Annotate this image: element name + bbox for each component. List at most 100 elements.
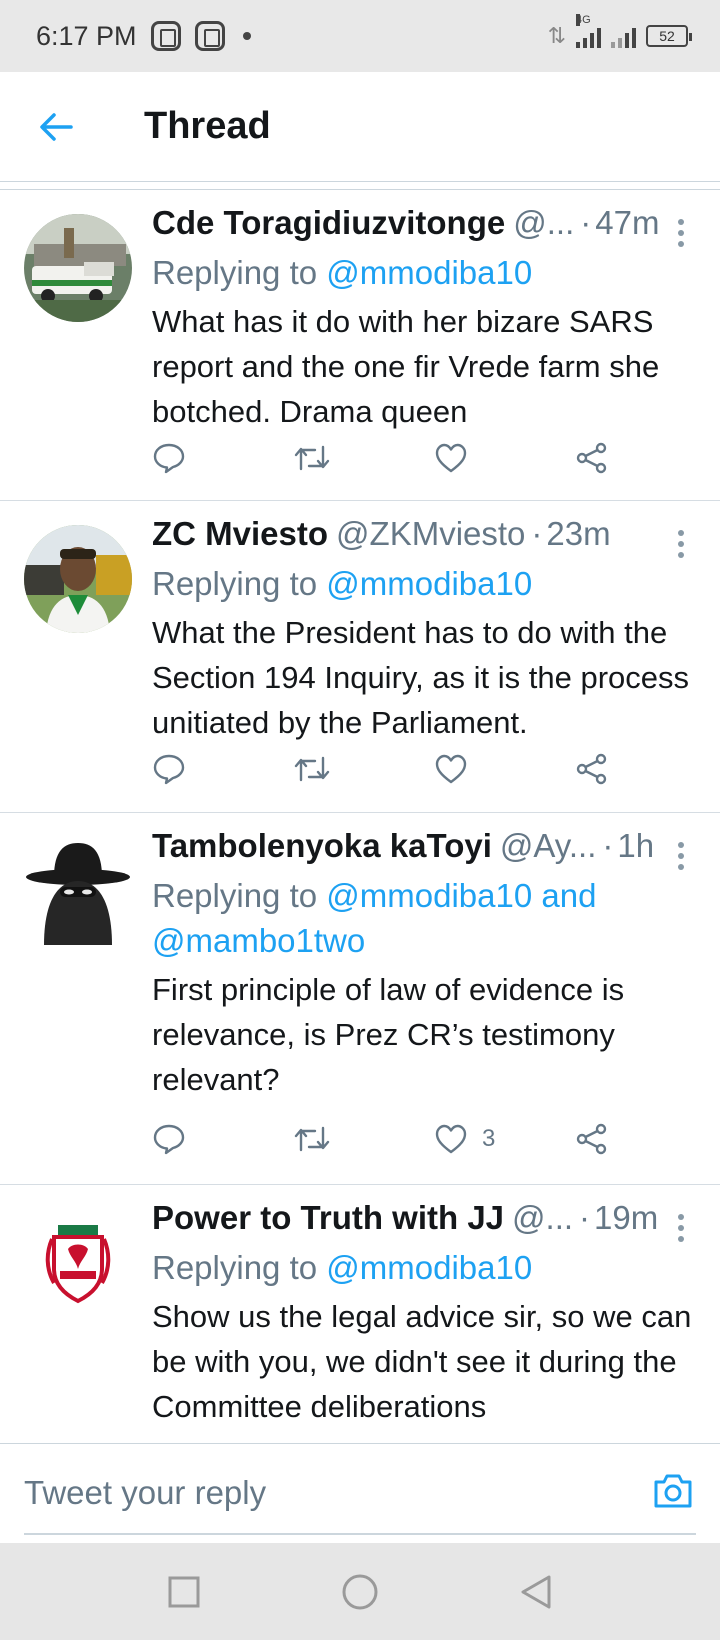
recents-icon[interactable] — [167, 1575, 201, 1609]
display-name[interactable]: ZC Mviesto — [152, 515, 328, 553]
username[interactable]: @Ay... — [500, 827, 596, 865]
display-name[interactable]: Cde Toragidiuzvitonge — [152, 204, 505, 242]
replying-to-label: Replying to — [152, 565, 327, 602]
tweet-content: ZC Mviesto @ZKMviesto · 23m Replying to … — [152, 515, 700, 745]
retweet-button[interactable] — [293, 754, 434, 784]
tweet-actions: 3 — [152, 1117, 622, 1161]
tweet-text: Show us the legal advice sir, so we can … — [152, 1299, 692, 1424]
tweet[interactable]: ZC Mviesto @ZKMviesto · 23m Replying to … — [0, 501, 720, 813]
replying-to: Replying to @mmodiba10 — [152, 1245, 700, 1290]
reply-button[interactable] — [152, 752, 293, 786]
avatar[interactable] — [24, 1209, 132, 1317]
share-button[interactable] — [575, 752, 609, 786]
avatar[interactable] — [24, 214, 132, 322]
arrow-left-icon — [40, 112, 73, 141]
tweet-header: ZC Mviesto @ZKMviesto · 23m — [152, 515, 700, 559]
like-button[interactable] — [434, 753, 575, 785]
mention-link[interactable]: @mmodiba10 — [326, 565, 532, 602]
retweet-icon — [294, 445, 330, 471]
mention-link[interactable]: @mmodiba10 — [326, 1249, 532, 1286]
thread-feed[interactable]: Cde Toragidiuzvitonge @... · 47m Replyin… — [0, 189, 720, 1443]
replying-to-label: Replying to — [152, 1249, 327, 1286]
share-icon — [576, 442, 607, 474]
notification-app-icon — [150, 21, 181, 51]
mention-link[interactable]: @mmodiba10 — [326, 254, 532, 291]
tweet-text: First principle of law of evidence is re… — [152, 972, 625, 1097]
tweet-actions — [152, 747, 622, 791]
display-name[interactable]: Power to Truth with JJ — [152, 1199, 504, 1237]
top-bar: Thread — [0, 72, 720, 182]
tweet-header: Power to Truth with JJ @... · 19m — [152, 1199, 700, 1243]
more-vertical-icon[interactable] — [676, 1213, 686, 1243]
replying-to-label: Replying to — [152, 877, 327, 914]
tweet-text: What the President has to do with the Se… — [152, 615, 690, 740]
display-name[interactable]: Tambolenyoka kaToyi — [152, 827, 492, 865]
tweet-text: What has it do with her bizare SARS repo… — [152, 304, 660, 429]
reply-input[interactable]: Tweet your reply — [24, 1474, 266, 1512]
timestamp[interactable]: 1h — [617, 827, 654, 865]
status-bar: 6:17 PM ⇅ 4G 52 — [0, 0, 720, 72]
avatar[interactable] — [24, 525, 132, 633]
retweet-icon — [294, 756, 330, 782]
notification-app-icon — [194, 21, 225, 51]
status-time: 6:17 PM — [36, 20, 137, 51]
comment-icon — [153, 1124, 185, 1155]
tweet[interactable]: Power to Truth with JJ @... · 19m Replyi… — [0, 1185, 720, 1443]
reply-composer[interactable]: Tweet your reply — [0, 1443, 720, 1543]
replying-to: Replying to @mmodiba10 and @mambo1two — [152, 873, 700, 963]
tweet[interactable]: Cde Toragidiuzvitonge @... · 47m Replyin… — [0, 190, 720, 501]
replying-to-label: Replying to — [152, 254, 327, 291]
signal-icon: 4G — [576, 14, 601, 48]
like-button[interactable] — [434, 442, 575, 474]
separator: · — [579, 1199, 591, 1236]
signal-icon-2 — [611, 24, 636, 48]
more-vertical-icon[interactable] — [676, 218, 686, 248]
username[interactable]: @... — [512, 1199, 573, 1237]
camera-button[interactable] — [652, 1472, 694, 1515]
retweet-icon — [294, 1126, 330, 1152]
network-label: 4G — [576, 14, 591, 26]
timestamp[interactable]: 23m — [546, 515, 610, 553]
tweet-actions — [152, 436, 622, 480]
retweet-button[interactable] — [293, 443, 434, 473]
reply-button[interactable] — [152, 1122, 293, 1156]
battery-icon: 52 — [646, 25, 692, 47]
heart-icon — [435, 754, 467, 784]
notification-dot-icon — [242, 32, 251, 40]
tweet-content: Tambolenyoka kaToyi @Ay... · 1h Replying… — [152, 827, 700, 1102]
username[interactable]: @ZKMviesto — [336, 515, 525, 553]
tweet-header: Cde Toragidiuzvitonge @... · 47m — [152, 204, 700, 248]
system-nav-bar — [0, 1543, 720, 1640]
more-vertical-icon[interactable] — [676, 841, 686, 871]
avatar[interactable] — [24, 837, 132, 945]
reply-button[interactable] — [152, 441, 293, 475]
separator: · — [602, 827, 614, 864]
share-button[interactable] — [575, 1122, 609, 1156]
tweet[interactable]: Tambolenyoka kaToyi @Ay... · 1h Replying… — [0, 813, 720, 1185]
tweet-content: Power to Truth with JJ @... · 19m Replyi… — [152, 1199, 700, 1429]
retweet-button[interactable] — [293, 1124, 434, 1154]
more-vertical-icon[interactable] — [676, 529, 686, 559]
share-icon — [576, 753, 607, 785]
home-icon[interactable] — [341, 1573, 379, 1611]
timestamp[interactable]: 47m — [595, 204, 659, 242]
tweet-header: Tambolenyoka kaToyi @Ay... · 1h — [152, 827, 700, 871]
comment-icon — [153, 754, 185, 785]
timestamp[interactable]: 19m — [594, 1199, 658, 1237]
username[interactable]: @... — [513, 204, 574, 242]
separator: · — [580, 204, 592, 241]
page-title: Thread — [144, 105, 271, 147]
share-icon — [576, 1123, 607, 1155]
separator: · — [531, 515, 543, 552]
like-count: 3 — [482, 1125, 496, 1152]
tweet-content: Cde Toragidiuzvitonge @... · 47m Replyin… — [152, 204, 700, 434]
share-button[interactable] — [575, 441, 609, 475]
back-nav-icon[interactable] — [519, 1574, 553, 1610]
replying-to: Replying to @mmodiba10 — [152, 561, 700, 606]
data-arrows-icon: ⇅ — [547, 23, 566, 48]
heart-icon — [435, 443, 467, 473]
heart-icon — [435, 1124, 467, 1154]
back-button[interactable] — [26, 97, 86, 157]
comment-icon — [153, 443, 185, 474]
like-button[interactable]: 3 — [434, 1123, 575, 1155]
